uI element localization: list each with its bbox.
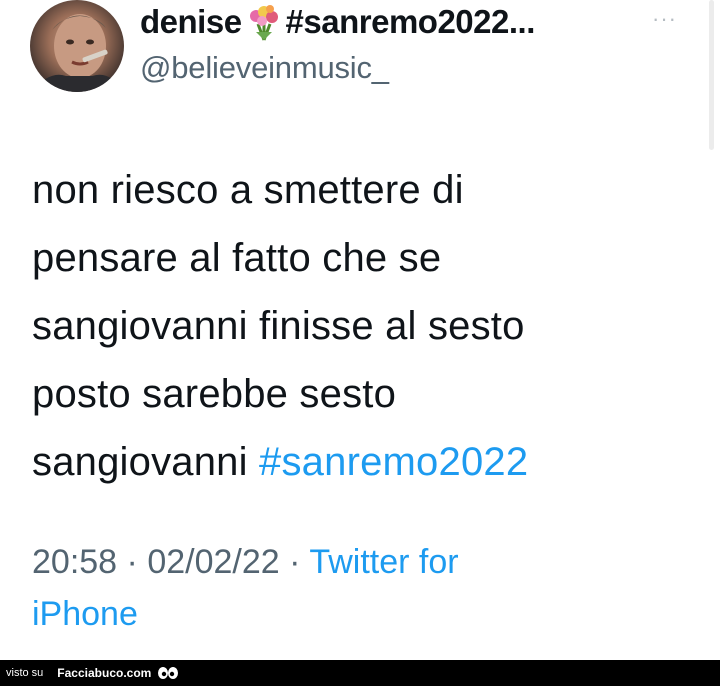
footer-site-link[interactable]: Facciabuco.com	[57, 666, 151, 680]
more-options-icon[interactable]: ···	[652, 8, 677, 30]
meta-separator: ·	[126, 543, 138, 581]
meta-separator: ·	[289, 543, 301, 581]
hashtag-link[interactable]: #sanremo2022	[259, 440, 528, 484]
tweet-text-line: sangiovanni finisse al sesto	[32, 304, 525, 348]
tweet-card: denise #sanremo2022... @believeinmusic_ …	[0, 0, 720, 660]
tweet-meta: 20:58 · 02/02/22 · Twitter for iPhone	[32, 536, 692, 640]
display-name[interactable]: denise	[140, 3, 242, 41]
tweet-text-line: posto sarebbe sesto	[32, 372, 397, 416]
tweet-text-word: sangiovanni	[32, 440, 248, 484]
tweet-source[interactable]: Twitter for	[309, 543, 458, 581]
eyes-icon	[157, 666, 179, 680]
tweet-text-line: non riesco a smettere di	[32, 168, 464, 212]
tweet-text: non riesco a smettere di pensare al fatt…	[32, 156, 702, 496]
display-name-hashtag[interactable]: #sanremo2022...	[286, 3, 536, 41]
avatar-portrait-icon	[30, 14, 124, 92]
watermark-footer: visto su Facciabuco.com	[0, 660, 720, 686]
user-handle[interactable]: @believeinmusic_	[140, 50, 389, 86]
scrollbar[interactable]	[709, 0, 714, 150]
display-name-row[interactable]: denise #sanremo2022...	[140, 0, 535, 44]
avatar[interactable]	[30, 0, 124, 92]
tweet-text-line: pensare al fatto che se	[32, 236, 442, 280]
footer-visto-label: visto su	[6, 667, 44, 679]
tweet-text-last-line: sangiovanni #sanremo2022	[32, 428, 702, 496]
tweet-time[interactable]: 20:58	[32, 543, 117, 581]
tweet-source-line2[interactable]: iPhone	[32, 595, 138, 633]
bouquet-icon	[244, 2, 284, 42]
tweet-date[interactable]: 02/02/22	[147, 543, 279, 581]
